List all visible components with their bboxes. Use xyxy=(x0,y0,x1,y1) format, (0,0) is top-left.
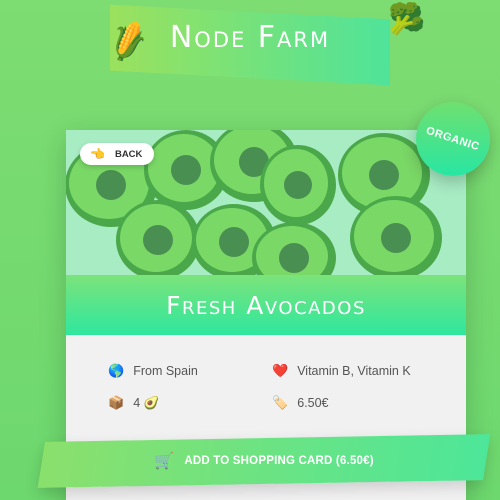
product-title-band: Fresh Avocados xyxy=(66,275,466,335)
nutrients-detail: ❤️ Vitamin B, Vitamin K xyxy=(272,363,411,379)
package-icon: 📦 xyxy=(108,395,125,410)
price-tag-icon: 🏷️ xyxy=(272,395,289,410)
organic-badge: ORGANIC xyxy=(416,102,490,176)
price-text: 6.50€ xyxy=(297,396,329,410)
origin-text: From Spain xyxy=(133,364,198,378)
shopping-cart-icon: 🛒 xyxy=(154,453,175,470)
broccoli-icon: 🥦 xyxy=(388,2,426,37)
organic-label: ORGANIC xyxy=(424,124,482,154)
add-to-cart-label: ADD TO SHOPPING CARD (6.50€) xyxy=(184,455,374,467)
quantity-text: 4 🥑 xyxy=(133,395,160,410)
price-detail: 🏷️ 6.50€ xyxy=(272,395,328,411)
pointing-hand-icon: 👈 xyxy=(90,147,105,161)
quantity-detail: 📦 4 🥑 xyxy=(108,395,159,411)
nutrients-text: Vitamin B, Vitamin K xyxy=(297,364,411,378)
add-to-cart-label-wrap[interactable]: 🛒 ADD TO SHOPPING CARD (6.50€) xyxy=(42,438,486,484)
origin-detail: 🌎 From Spain xyxy=(108,363,198,379)
back-button[interactable]: 👈 BACK xyxy=(80,143,155,165)
heart-icon: ❤️ xyxy=(272,363,289,378)
back-label: BACK xyxy=(114,148,143,160)
globe-icon: 🌎 xyxy=(108,363,125,378)
product-title: Fresh Avocados xyxy=(166,290,366,320)
